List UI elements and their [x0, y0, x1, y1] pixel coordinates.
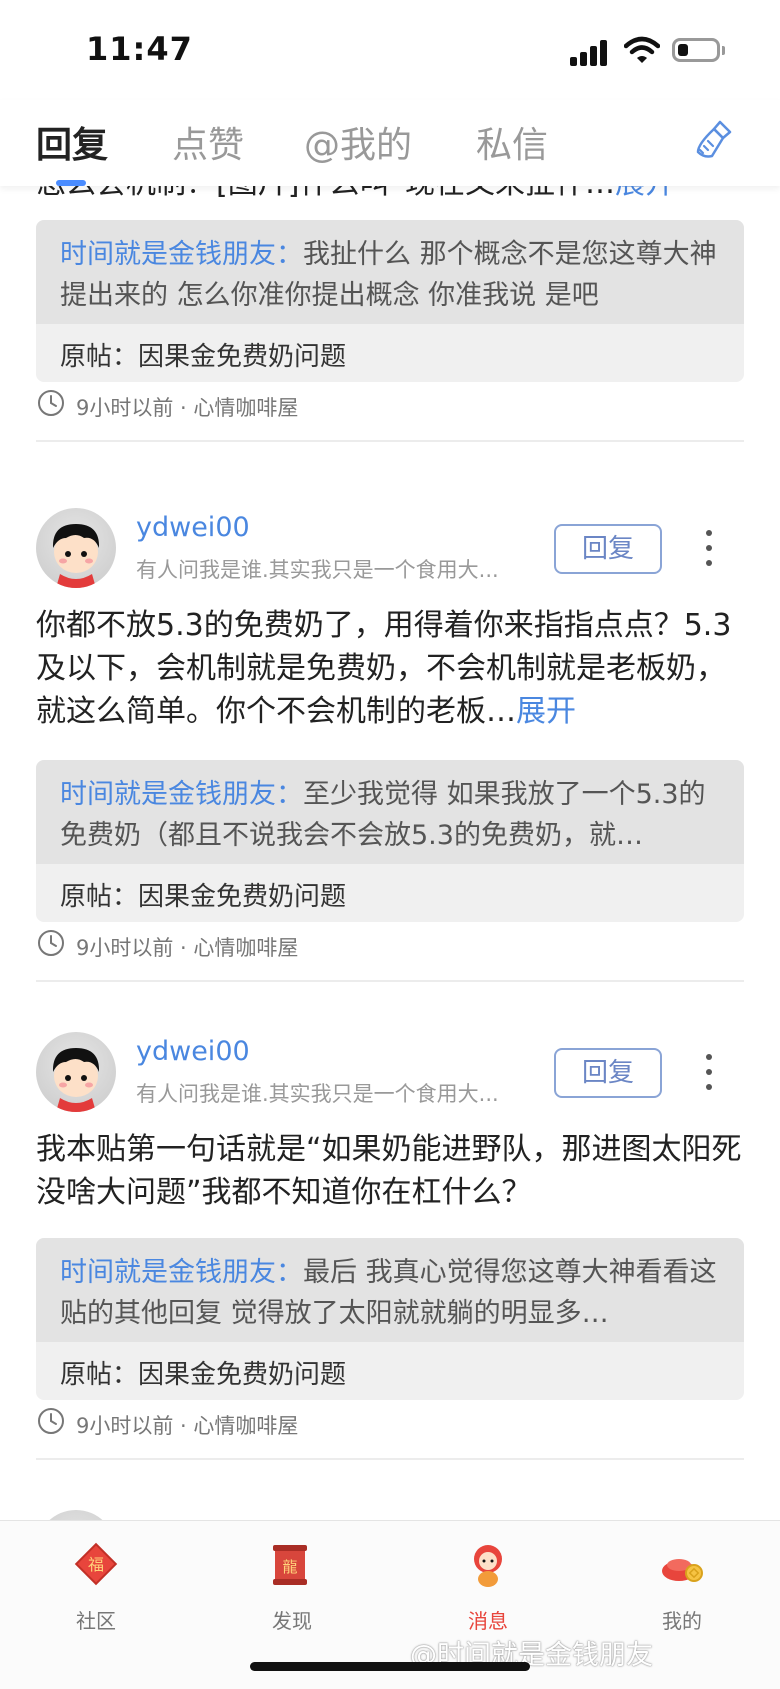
profile-icon — [662, 1559, 703, 1582]
quote-author: 时间就是金钱朋友： — [60, 1257, 303, 1288]
clock-icon — [38, 1408, 64, 1434]
message-icon — [474, 1545, 502, 1587]
nav-profile[interactable]: 我的 — [622, 1539, 742, 1634]
divider — [36, 980, 744, 982]
source-post[interactable]: 原帖：因果金免费奶问题 — [36, 324, 744, 382]
home-indicator — [250, 1662, 530, 1671]
user-signature: 有人问我是谁.其实我只是一个食用大... — [136, 1082, 499, 1106]
username[interactable]: ydwei00 — [136, 512, 250, 543]
signal-icon — [570, 38, 610, 66]
quoted-reply[interactable]: 时间就是金钱朋友：至少我觉得 如果我放了一个5.3的免费奶（都且不说我会不会放5… — [36, 760, 744, 922]
reply-body[interactable]: 我本贴第一句话就是“如果奶能进野队，那进图太阳死没啥大问题”我都不知道你在杠什么… — [36, 1128, 744, 1214]
tab-reply[interactable]: 回复 — [36, 116, 108, 168]
tab-private-messages[interactable]: 私信 — [476, 116, 548, 168]
nav-community[interactable]: 福 社区 — [36, 1539, 156, 1634]
avatar[interactable] — [36, 508, 116, 588]
more-options-icon[interactable] — [704, 530, 714, 566]
svg-text:龍: 龍 — [282, 1558, 297, 1576]
discover-icon: 龍 — [273, 1545, 307, 1585]
tabs-header: 回复 点赞 @我的 私信 — [0, 100, 780, 186]
svg-text:福: 福 — [88, 1555, 104, 1574]
quoted-reply[interactable]: 时间就是金钱朋友：我扯什么 那个概念不是您这尊大神提出来的 怎么你准你提出概念 … — [36, 220, 744, 382]
cartoon-boy-icon — [52, 524, 100, 588]
broom-icon[interactable] — [690, 116, 738, 164]
quote-author: 时间就是金钱朋友： — [60, 779, 303, 810]
nav-messages[interactable]: 消息 — [428, 1539, 548, 1634]
avatar[interactable] — [36, 1032, 116, 1112]
clock-icon — [38, 930, 64, 956]
reply-button[interactable]: 回复 — [554, 1048, 662, 1098]
tab-likes[interactable]: 点赞 — [172, 116, 244, 168]
reply-button[interactable]: 回复 — [554, 524, 662, 574]
source-post[interactable]: 原帖：因果金免费奶问题 — [36, 864, 744, 922]
quote-author: 时间就是金钱朋友： — [60, 239, 303, 270]
active-tab-indicator — [56, 180, 86, 186]
more-options-icon[interactable] — [704, 1054, 714, 1090]
status-time: 11:47 — [86, 30, 193, 68]
username[interactable]: ydwei00 — [136, 1036, 250, 1067]
battery-icon — [672, 38, 720, 62]
wifi-icon — [624, 36, 660, 63]
community-icon: 福 — [74, 1542, 118, 1586]
tab-mentions[interactable]: @我的 — [304, 116, 412, 168]
divider — [36, 440, 744, 442]
clock-icon — [38, 390, 64, 416]
reply-body[interactable]: 你都不放5.3的免费奶了，用得着你来指指点点？5.3及以下，会机制就是免费奶，不… — [36, 604, 744, 733]
expand-link[interactable]: 展开 — [516, 694, 576, 729]
status-bar: 11:47 — [0, 0, 780, 100]
divider — [36, 1458, 744, 1460]
quoted-reply[interactable]: 时间就是金钱朋友：最后 我真心觉得您这尊大神看看这贴的其他回复 觉得放了太阳就就… — [36, 1238, 744, 1400]
nav-discover[interactable]: 龍 发现 — [232, 1539, 352, 1634]
source-post[interactable]: 原帖：因果金免费奶问题 — [36, 1342, 744, 1400]
cartoon-boy-icon — [52, 1048, 100, 1112]
user-signature: 有人问我是谁.其实我只是一个食用大... — [136, 558, 499, 582]
